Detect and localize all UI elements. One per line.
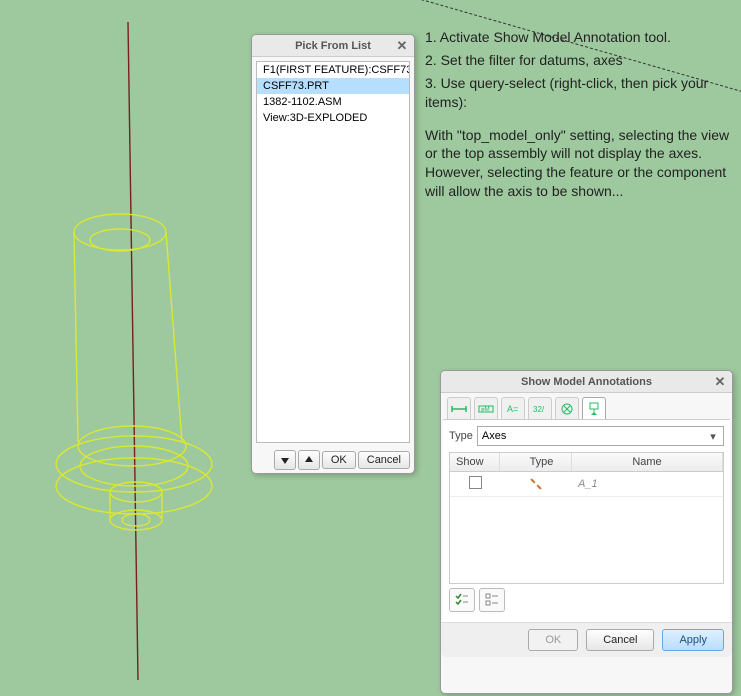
pick-from-list-title-text: Pick From List <box>295 40 371 52</box>
table-header: Show Type Name <box>450 453 723 472</box>
select-all-icon <box>454 592 470 608</box>
tab-datum[interactable] <box>582 397 606 419</box>
move-down-button[interactable] <box>274 450 296 470</box>
show-checkbox-cell[interactable] <box>450 474 500 494</box>
ok-button[interactable]: OK <box>528 629 578 651</box>
pick-from-list-dialog: Pick From List ✕ F1(FIRST FEATURE):CSFF7… <box>251 34 415 474</box>
close-icon[interactable]: ✕ <box>712 374 728 390</box>
instruction-step-3: 3. Use query-select (right-click, then p… <box>425 74 735 112</box>
pick-item-view-3d-exploded[interactable]: View:3D-EXPLODED <box>257 110 409 126</box>
pick-item-csff73-prt[interactable]: CSFF73.PRT <box>257 78 409 94</box>
svg-text:⌀M: ⌀M <box>481 407 490 413</box>
show-model-annotations-dialog: Show Model Annotations ✕ ⌀M A= 32/ Type … <box>440 370 733 694</box>
select-all-button[interactable] <box>449 588 475 612</box>
col-show[interactable]: Show <box>450 453 500 471</box>
annotations-title: Show Model Annotations ✕ <box>441 371 732 393</box>
deselect-all-icon <box>484 592 500 608</box>
annotations-body: Type Axes ▾ Show Type Name A_1 <box>443 419 730 622</box>
name-cell: A_1 <box>572 476 723 492</box>
cancel-button[interactable]: Cancel <box>358 451 410 469</box>
instruction-paragraph: With "top_model_only" setting, selecting… <box>425 126 735 202</box>
instructions-text: 1. Activate Show Model Annotation tool. … <box>425 28 735 205</box>
pick-item-1382-1102-asm[interactable]: 1382-1102.ASM <box>257 94 409 110</box>
annotations-title-text: Show Model Annotations <box>521 376 652 388</box>
col-type[interactable]: Type <box>512 453 572 471</box>
col-name[interactable]: Name <box>572 453 723 471</box>
arrow-down-icon <box>280 455 290 465</box>
svg-text:A=: A= <box>507 404 518 414</box>
instruction-step-1: 1. Activate Show Model Annotation tool. <box>425 28 735 47</box>
tab-dimension[interactable] <box>447 397 471 419</box>
select-toolstrip <box>449 584 724 616</box>
datum-icon <box>586 401 602 417</box>
type-dropdown[interactable]: Axes ▾ <box>477 426 724 446</box>
col-icon[interactable] <box>500 453 512 471</box>
type-dropdown-value: Axes <box>482 430 506 442</box>
checkbox[interactable] <box>469 476 482 489</box>
surface-finish-icon: 32/ <box>532 401 548 417</box>
deselect-all-button[interactable] <box>479 588 505 612</box>
type-cell <box>500 481 572 487</box>
pick-item-first-feature[interactable]: F1(FIRST FEATURE):CSFF73 <box>257 62 409 78</box>
apply-button[interactable]: Apply <box>662 629 724 651</box>
type-label: Type <box>449 430 473 442</box>
arrow-up-icon <box>304 455 314 465</box>
svg-text:32/: 32/ <box>533 405 545 414</box>
annotations-footer: OK Cancel Apply <box>441 622 732 657</box>
axis-icon <box>530 478 541 489</box>
dimension-icon <box>451 401 467 417</box>
annotations-table: Show Type Name A_1 <box>449 452 724 584</box>
tab-note[interactable]: A= <box>501 397 525 419</box>
symbol-icon <box>559 401 575 417</box>
pick-from-list-title: Pick From List ✕ <box>252 35 414 57</box>
chevron-down-icon: ▾ <box>705 430 721 443</box>
note-icon: A= <box>505 401 521 417</box>
move-up-button[interactable] <box>298 450 320 470</box>
annotation-type-tabs: ⌀M A= 32/ <box>441 393 732 419</box>
ok-button[interactable]: OK <box>322 451 356 469</box>
tab-symbol[interactable] <box>555 397 579 419</box>
close-icon[interactable]: ✕ <box>394 38 410 54</box>
pick-list[interactable]: F1(FIRST FEATURE):CSFF73 CSFF73.PRT 1382… <box>256 61 410 443</box>
table-row[interactable]: A_1 <box>450 472 723 497</box>
model-wireframe <box>0 0 260 696</box>
gtol-icon: ⌀M <box>478 401 494 417</box>
instruction-step-2: 2. Set the filter for datums, axes <box>425 51 735 70</box>
tab-gtol[interactable]: ⌀M <box>474 397 498 419</box>
tab-surface-finish[interactable]: 32/ <box>528 397 552 419</box>
cancel-button[interactable]: Cancel <box>586 629 654 651</box>
pick-list-footer: OK Cancel <box>252 447 414 473</box>
